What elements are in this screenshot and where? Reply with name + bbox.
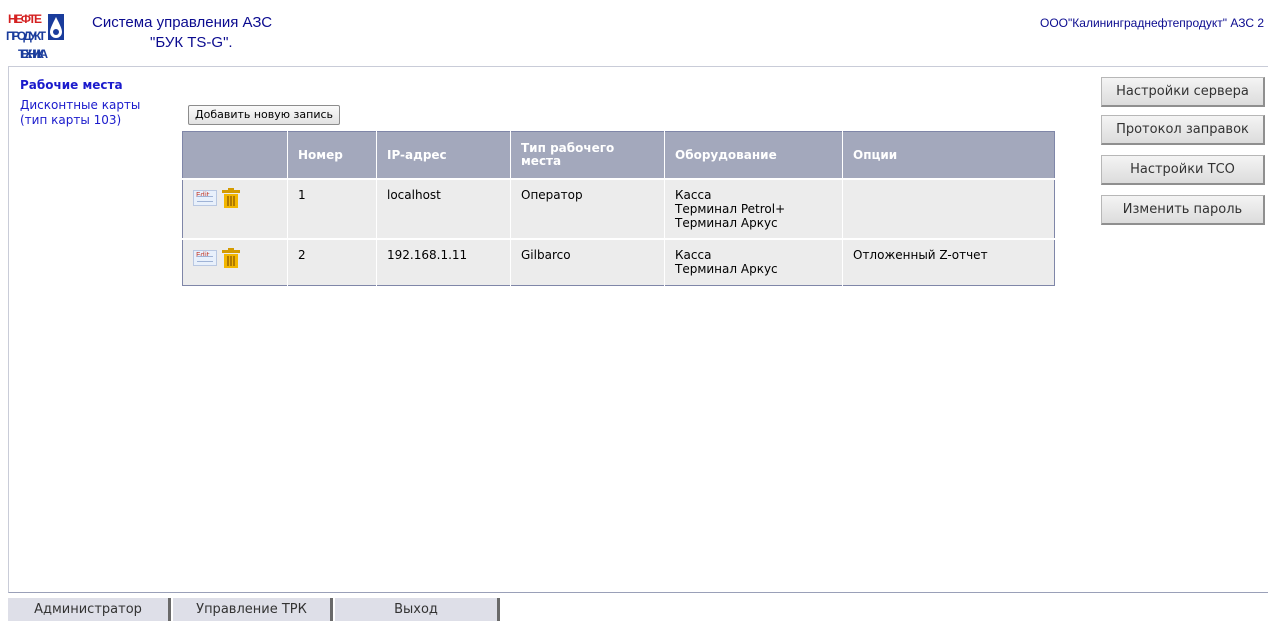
svg-text:ПРОДУКТ: ПРОДУКТ <box>6 29 47 43</box>
refuel-log-button[interactable]: Протокол заправок <box>1101 115 1265 145</box>
column-header-number: Номер <box>287 131 377 179</box>
change-password-button[interactable]: Изменить пароль <box>1101 195 1265 225</box>
equipment-item: Касса <box>675 188 712 202</box>
cell-options <box>842 178 1055 239</box>
column-header-ip: IP-адрес <box>376 131 511 179</box>
cell-type: Gilbarco <box>510 238 665 285</box>
nav-link-discount-cards[interactable]: Дисконтные карты (тип карты 103) <box>20 98 160 128</box>
cell-options: Отложенный Z-отчет <box>842 238 1055 285</box>
row-actions-cell: Edit <box>182 178 288 239</box>
equipment-item: Терминал Petrol+ <box>675 202 786 216</box>
nav-title-workplaces[interactable]: Рабочие места <box>20 78 123 92</box>
cell-equipment: Касса Терминал Аркус <box>664 238 843 285</box>
app-title-line2: "БУК TS-G". <box>150 34 233 51</box>
row-actions-cell: Edit <box>182 238 288 285</box>
cell-equipment: Касса Терминал Petrol+ Терминал Аркус <box>664 178 843 239</box>
add-record-button[interactable]: Добавить новую запись <box>188 105 340 125</box>
column-header-options: Опции <box>842 131 1055 179</box>
tab-pump-control[interactable]: Управление ТРК <box>173 598 333 621</box>
edit-icon[interactable]: Edit <box>193 250 217 266</box>
column-header-actions <box>182 131 288 179</box>
trash-icon[interactable] <box>221 188 241 208</box>
cell-ip: 192.168.1.11 <box>376 238 511 285</box>
tab-administrator[interactable]: Администратор <box>8 598 171 621</box>
cell-type: Оператор <box>510 178 665 239</box>
workplaces-table: Номер IP-адрес Тип рабочего места Оборуд… <box>182 131 1055 286</box>
company-name: ООО"Калининграднефтепродукт" АЗС 2 <box>1040 16 1264 30</box>
edit-icon[interactable]: Edit <box>193 190 217 206</box>
app-title-line1: Система управления АЗС <box>92 14 273 31</box>
tso-settings-button[interactable]: Настройки ТСО <box>1101 155 1265 185</box>
server-settings-button[interactable]: Настройки сервера <box>1101 77 1265 107</box>
equipment-item: Терминал Аркус <box>675 216 778 230</box>
svg-text:НЕФТЕ: НЕФТЕ <box>8 12 42 26</box>
table-row: Edit 1 localhost Оператор Касса Терминал… <box>182 178 1055 239</box>
cell-number: 2 <box>287 238 377 285</box>
equipment-item: Терминал Аркус <box>675 262 778 276</box>
column-header-type: Тип рабочего места <box>510 131 665 179</box>
cell-number: 1 <box>287 178 377 239</box>
tab-exit[interactable]: Выход <box>335 598 500 621</box>
table-row: Edit 2 192.168.1.11 Gilbarco Касса Терми… <box>182 238 1055 285</box>
equipment-item: Касса <box>675 248 712 262</box>
trash-icon[interactable] <box>221 248 241 268</box>
column-header-equipment: Оборудование <box>664 131 843 179</box>
company-logo: НЕФТЕ ПРОДУКТ ТЕХНИКА <box>6 12 64 61</box>
svg-text:ТЕХНИКА: ТЕХНИКА <box>18 47 48 61</box>
table-header-row: Номер IP-адрес Тип рабочего места Оборуд… <box>182 131 1055 179</box>
cell-ip: localhost <box>376 178 511 239</box>
